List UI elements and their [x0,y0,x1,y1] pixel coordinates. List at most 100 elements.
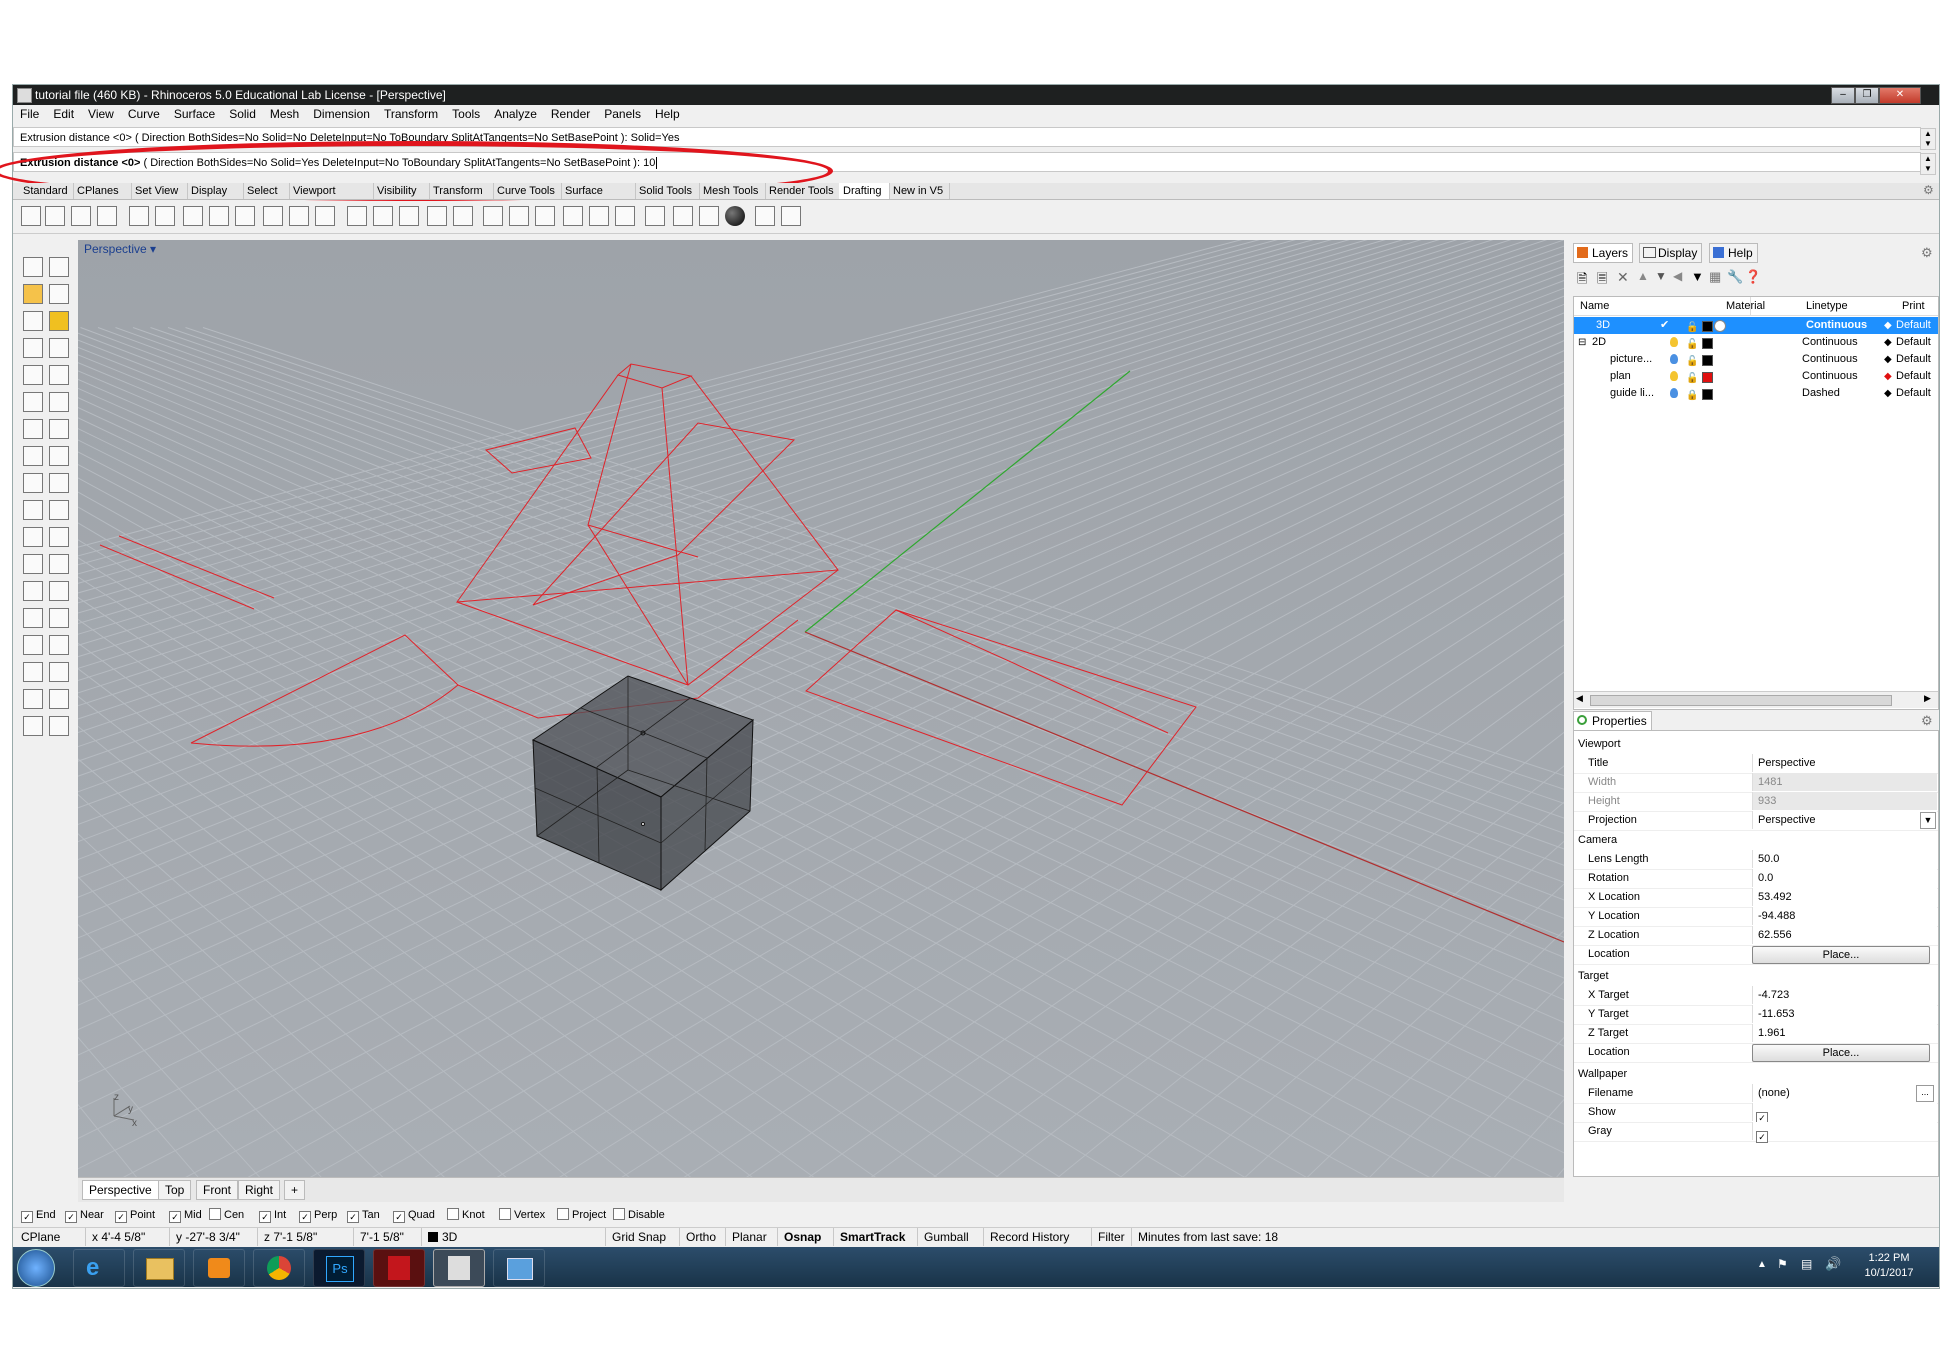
prompt-scroll[interactable]: ▲ ▼ [1920,153,1936,175]
curve-fillet-icon[interactable] [23,554,43,574]
make2d-icon[interactable] [535,206,555,226]
prop-projection[interactable]: Projection Perspective ▼ [1574,811,1938,831]
osnap-disable[interactable]: Disable [613,1208,665,1222]
browse-button[interactable]: ... [1916,1085,1934,1102]
dim-angle-icon[interactable] [235,206,255,226]
tab-display[interactable]: Display [1639,243,1703,263]
layer-row[interactable]: picture... 🔓 Continuous ◆ Default [1574,351,1938,368]
warning-icon[interactable] [49,311,69,331]
dim-ordinate-icon[interactable] [315,206,335,226]
menu-panels[interactable]: Panels [597,105,648,124]
curve-tools-icon[interactable] [49,365,69,385]
points-tools-icon[interactable] [49,446,69,466]
new-page-icon[interactable] [45,206,65,226]
status-osnap[interactable]: Osnap [777,1228,827,1246]
select-points-icon[interactable] [49,257,69,277]
layer-color-swatch[interactable] [1702,372,1713,383]
layer-name[interactable]: guide li... [1610,385,1654,402]
osnap-checkbox[interactable] [499,1208,511,1220]
viewport-menu-icon[interactable]: ▾ [150,242,156,256]
acrobat-icon[interactable] [373,1249,425,1287]
osnap-tan[interactable]: ✓ Tan [347,1208,380,1223]
edit-points-icon[interactable] [49,284,69,304]
array-icon[interactable] [23,689,43,709]
menu-file[interactable]: File [13,105,46,124]
layer-linetype[interactable]: Continuous [1802,334,1858,351]
layer-color-swatch[interactable] [1702,355,1713,366]
toolbar-tab-display[interactable]: Display [187,183,244,199]
osnap-checkbox[interactable]: ✓ [393,1211,405,1223]
menu-analyze[interactable]: Analyze [487,105,544,124]
page-setup-icon[interactable] [71,206,91,226]
text-height-icon[interactable] [645,206,665,226]
osnap-int[interactable]: ✓ Int [259,1208,286,1223]
select-icon[interactable] [23,257,43,277]
offset-icon[interactable] [49,554,69,574]
dim-icon[interactable] [23,716,43,736]
chrome-icon[interactable] [253,1249,305,1287]
osnap-checkbox[interactable]: ✓ [347,1211,359,1223]
add-viewport-tab-icon[interactable]: + [284,1180,306,1200]
viewport-tab-perspective[interactable]: Perspective [82,1180,159,1200]
layer-color-swatch[interactable] [1702,389,1713,400]
group-icon[interactable] [49,689,69,709]
freeform-icon[interactable] [23,392,43,412]
prop-show[interactable]: Show ✓ [1574,1103,1938,1124]
prop-y-location[interactable]: Y Location -94.488 [1574,907,1938,927]
layer-color-swatch[interactable] [1702,338,1713,349]
check-icon[interactable] [563,206,583,226]
osnap-checkbox[interactable]: ✓ [21,1211,33,1223]
surface-tools-icon[interactable] [49,581,69,601]
box-icon[interactable] [23,608,43,628]
maximize-button[interactable]: ❐ [1855,87,1879,104]
circle-icon[interactable] [23,473,43,493]
osnap-checkbox[interactable] [209,1208,221,1220]
menu-surface[interactable]: Surface [167,105,222,124]
transform-icon[interactable] [23,662,43,682]
layer-print-width[interactable]: Default [1896,351,1931,368]
toolbar-tab-set-view[interactable]: Set View [131,183,188,199]
arc-icon[interactable] [49,392,69,412]
prop-x-location[interactable]: X Location 53.492 [1574,888,1938,908]
menu-tools[interactable]: Tools [445,105,487,124]
status-smarttrack[interactable]: SmartTrack [833,1228,911,1246]
osnap-knot[interactable]: Knot [447,1208,485,1222]
status-record-history[interactable]: Record History [983,1228,1075,1246]
layers-hscrollbar[interactable]: ◀ ▶ [1574,691,1938,708]
osnap-end[interactable]: ✓ End [21,1208,56,1223]
layer-print-width[interactable]: Default [1896,368,1931,385]
dim-diameter-icon[interactable] [289,206,309,226]
visibility-bulb-icon[interactable] [1670,388,1678,398]
layer-linetype[interactable]: Continuous [1806,317,1867,334]
ellipse-tools-icon[interactable] [49,500,69,520]
leader-icon[interactable] [373,206,393,226]
hatch-boundary-icon[interactable] [509,206,529,226]
move-left-icon[interactable]: ◀ [1673,269,1682,283]
tab-help[interactable]: Help [1709,243,1758,263]
viewport-tab-right[interactable]: Right [238,1180,281,1200]
minimize-button[interactable]: – [1831,87,1855,104]
gumball-icon[interactable] [23,284,43,304]
start-button[interactable] [17,1249,55,1287]
status-filter[interactable]: Filter [1091,1228,1131,1246]
status-layer[interactable]: 3D [421,1228,463,1246]
point-icon[interactable] [23,446,43,466]
box-edit-icon[interactable] [673,206,693,226]
photos-viewer-icon[interactable] [493,1249,545,1287]
move-down-icon[interactable]: ▼ [1655,269,1667,283]
toolbar-tab-select[interactable]: Select [243,183,290,199]
curve-icon[interactable] [23,365,43,385]
layer-name[interactable]: picture... [1610,351,1652,368]
prop-z-location[interactable]: Z Location 62.556 [1574,926,1938,946]
dim-vertical-icon[interactable] [155,206,175,226]
layer-row[interactable]: ⊟ 2D 🔓 Continuous ◆ Default [1574,334,1938,351]
surface-icon[interactable] [23,581,43,601]
scroll-right-icon[interactable]: ▶ [1924,693,1931,704]
properties-gear-icon[interactable]: ⚙ [1921,713,1933,729]
network-icon[interactable]: ▤ [1801,1257,1812,1271]
osnap-mid[interactable]: ✓ Mid [169,1208,202,1223]
toolbar-tab-cplanes[interactable]: CPlanes [73,183,132,199]
mesh-tools-icon[interactable] [49,635,69,655]
layer-linetype[interactable]: Dashed [1802,385,1840,402]
layer-name[interactable]: plan [1610,368,1631,385]
